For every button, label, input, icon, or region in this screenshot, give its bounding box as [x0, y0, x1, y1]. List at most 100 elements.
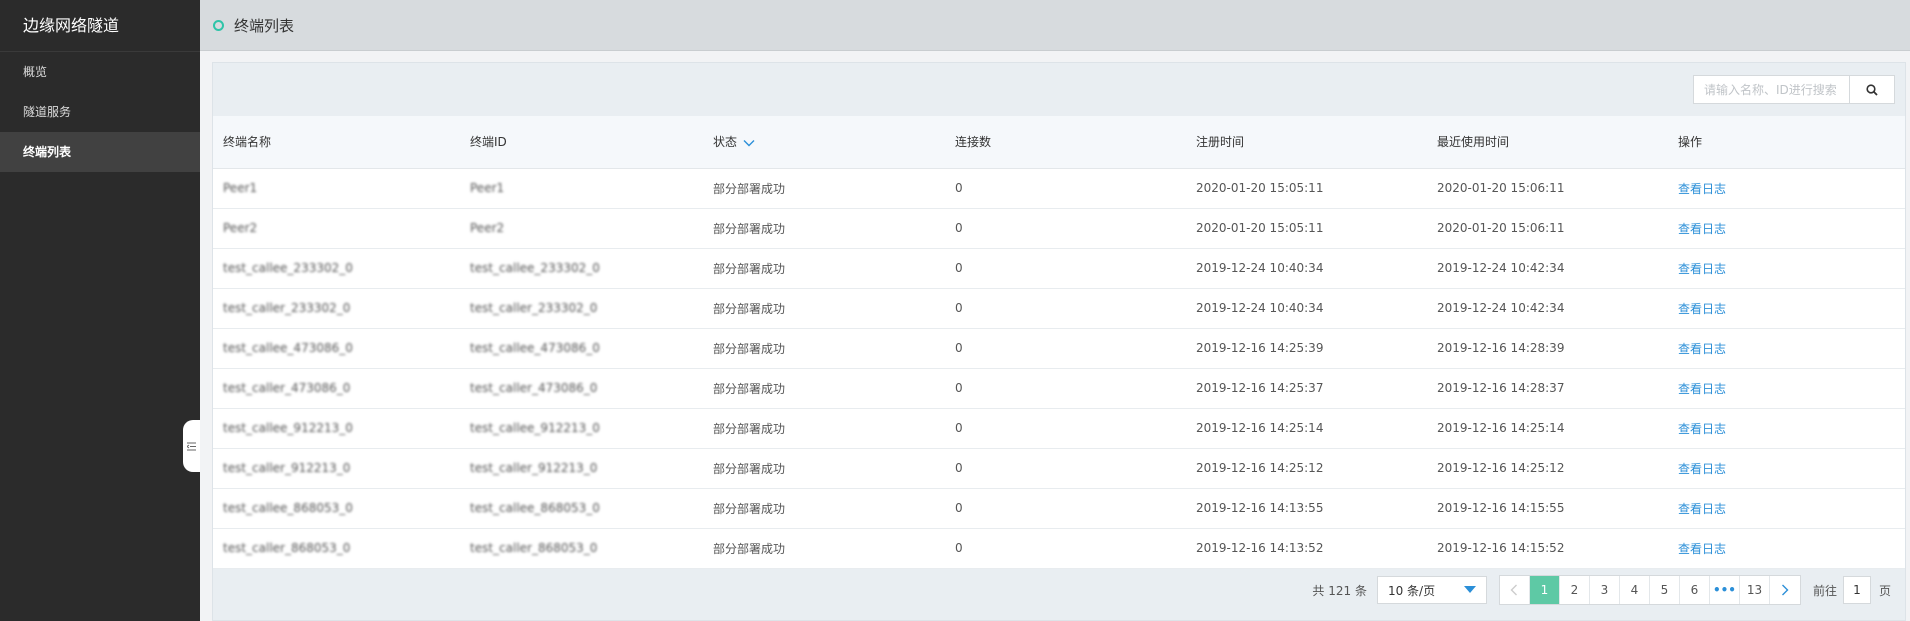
cell-name: test_callee_233302_0 — [213, 248, 460, 289]
cell-id: test_caller_233302_0 — [460, 288, 703, 329]
view-log-link[interactable]: 查看日志 — [1678, 382, 1726, 396]
cell-registered: 2019-12-24 10:40:34 — [1186, 288, 1427, 329]
title-dot-icon — [213, 19, 224, 31]
cell-last-used: 2020-01-20 15:06:11 — [1427, 168, 1668, 209]
table-row: test_caller_233302_0 test_caller_233302_0… — [213, 288, 1905, 329]
chevron-left-icon — [1510, 584, 1518, 596]
page-button-3[interactable]: 3 — [1590, 576, 1620, 604]
col-header-name: 终端名称 — [213, 116, 460, 169]
cell-registered: 2020-01-20 15:05:11 — [1186, 168, 1427, 209]
cell-name: test_callee_912213_0 — [213, 408, 460, 449]
chevron-right-icon — [1781, 584, 1789, 596]
cell-status: 部分部署成功 — [703, 368, 945, 409]
terminal-table: 终端名称 终端ID 状态 连接数 注册时间 最近使用时间 操作 Peer1 Pee… — [213, 116, 1905, 569]
sidebar-item-overview[interactable]: 概览 — [0, 52, 200, 92]
cell-registered: 2019-12-16 14:25:39 — [1186, 328, 1427, 369]
cell-action: 查看日志 — [1668, 248, 1905, 289]
cell-action: 查看日志 — [1668, 288, 1905, 329]
cell-last-used: 2019-12-24 10:42:34 — [1427, 288, 1668, 329]
cell-action: 查看日志 — [1668, 208, 1905, 249]
caret-down-icon — [1463, 586, 1476, 593]
cell-id: Peer1 — [460, 168, 703, 209]
view-log-link[interactable]: 查看日志 — [1678, 542, 1726, 556]
cell-registered: 2019-12-16 14:25:12 — [1186, 448, 1427, 489]
view-log-link[interactable]: 查看日志 — [1678, 182, 1726, 196]
table-row: test_callee_233302_0 test_callee_233302_0… — [213, 248, 1905, 289]
cell-id: test_caller_912213_0 — [460, 448, 703, 489]
cell-name: test_caller_473086_0 — [213, 368, 460, 409]
table-body: Peer1 Peer1 部分部署成功 0 2020-01-20 15:05:11 2020… — [213, 168, 1905, 569]
cell-last-used: 2019-12-16 14:25:12 — [1427, 448, 1668, 489]
cell-name: test_callee_868053_0 — [213, 488, 460, 529]
jump-page-input[interactable] — [1842, 576, 1871, 604]
page-button-4[interactable]: 4 — [1620, 576, 1650, 604]
cell-id: Peer2 — [460, 208, 703, 249]
table-row: test_callee_912213_0 test_callee_912213_0… — [213, 408, 1905, 449]
view-log-link[interactable]: 查看日志 — [1678, 302, 1726, 316]
cell-status: 部分部署成功 — [703, 448, 945, 489]
cell-connections: 0 — [945, 328, 1186, 369]
table-row: test_caller_912213_0 test_caller_912213_0… — [213, 448, 1905, 489]
sidebar-item-tunnel-service[interactable]: 隧道服务 — [0, 92, 200, 132]
cell-action: 查看日志 — [1668, 168, 1905, 209]
page-button-2[interactable]: 2 — [1560, 576, 1590, 604]
cell-action: 查看日志 — [1668, 328, 1905, 369]
view-log-link[interactable]: 查看日志 — [1678, 262, 1726, 276]
cell-status: 部分部署成功 — [703, 168, 945, 209]
table-row: Peer2 Peer2 部分部署成功 0 2020-01-20 15:05:11 2020… — [213, 208, 1905, 249]
next-page-button[interactable] — [1770, 576, 1800, 604]
page-button-1[interactable]: 1 — [1529, 576, 1560, 604]
page-button-5[interactable]: 5 — [1650, 576, 1680, 604]
sidebar: 边缘网络隧道 概览 隧道服务 终端列表 — [0, 0, 200, 621]
collapse-sidebar-icon[interactable] — [183, 420, 200, 472]
cell-id: test_callee_912213_0 — [460, 408, 703, 449]
pagination-total: 共 121 条 — [1312, 583, 1367, 598]
cell-id: test_callee_233302_0 — [460, 248, 703, 289]
col-header-status[interactable]: 状态 — [703, 116, 945, 169]
table-header-row: 终端名称 终端ID 状态 连接数 注册时间 最近使用时间 操作 — [213, 116, 1905, 169]
search-button[interactable] — [1849, 75, 1895, 104]
col-header-id: 终端ID — [460, 116, 703, 169]
jump-label: 前往 — [1812, 583, 1837, 598]
page-button-13[interactable]: 13 — [1740, 576, 1770, 604]
search-icon — [1866, 83, 1878, 96]
page-button-6[interactable]: 6 — [1680, 576, 1710, 604]
table-row: test_caller_473086_0 test_caller_473086_0… — [213, 368, 1905, 409]
app-title: 边缘网络隧道 — [0, 0, 200, 52]
view-log-link[interactable]: 查看日志 — [1678, 342, 1726, 356]
chevron-down-icon[interactable] — [743, 136, 755, 150]
cell-action: 查看日志 — [1668, 448, 1905, 489]
cell-name: Peer2 — [213, 208, 460, 249]
page-buttons: 1 2 3 4 5 6 ••• 13 — [1498, 575, 1801, 605]
jump-suffix: 页 — [1878, 583, 1891, 598]
sidebar-menu: 概览 隧道服务 终端列表 — [0, 52, 200, 172]
view-log-link[interactable]: 查看日志 — [1678, 422, 1726, 436]
cell-last-used: 2019-12-16 14:28:37 — [1427, 368, 1668, 409]
cell-connections: 0 — [945, 288, 1186, 329]
col-header-last-used: 最近使用时间 — [1427, 116, 1668, 169]
page-size-value: 10 条/页 — [1387, 583, 1436, 598]
pagination: 共 121 条 10 条/页 1 2 3 4 5 6 ••• 13 前往 页 — [213, 559, 1905, 621]
sidebar-item-terminal-list[interactable]: 终端列表 — [0, 132, 200, 172]
cell-name: Peer1 — [213, 168, 460, 209]
cell-name: test_caller_912213_0 — [213, 448, 460, 489]
cell-status: 部分部署成功 — [703, 208, 945, 249]
view-log-link[interactable]: 查看日志 — [1678, 462, 1726, 476]
cell-last-used: 2020-01-20 15:06:11 — [1427, 208, 1668, 249]
cell-connections: 0 — [945, 248, 1186, 289]
more-pages-button[interactable]: ••• — [1710, 576, 1740, 604]
page-size-select[interactable]: 10 条/页 — [1376, 576, 1487, 604]
cell-connections: 0 — [945, 448, 1186, 489]
table-row: Peer1 Peer1 部分部署成功 0 2020-01-20 15:05:11 2020… — [213, 168, 1905, 209]
cell-registered: 2020-01-20 15:05:11 — [1186, 208, 1427, 249]
cell-id: test_callee_473086_0 — [460, 328, 703, 369]
cell-registered: 2019-12-16 14:25:14 — [1186, 408, 1427, 449]
view-log-link[interactable]: 查看日志 — [1678, 502, 1726, 516]
cell-status: 部分部署成功 — [703, 248, 945, 289]
cell-last-used: 2019-12-24 10:42:34 — [1427, 248, 1668, 289]
col-header-connections: 连接数 — [945, 116, 1186, 169]
cell-id: test_caller_473086_0 — [460, 368, 703, 409]
prev-page-button[interactable] — [1500, 576, 1530, 604]
view-log-link[interactable]: 查看日志 — [1678, 222, 1726, 236]
search-input[interactable] — [1693, 75, 1849, 104]
